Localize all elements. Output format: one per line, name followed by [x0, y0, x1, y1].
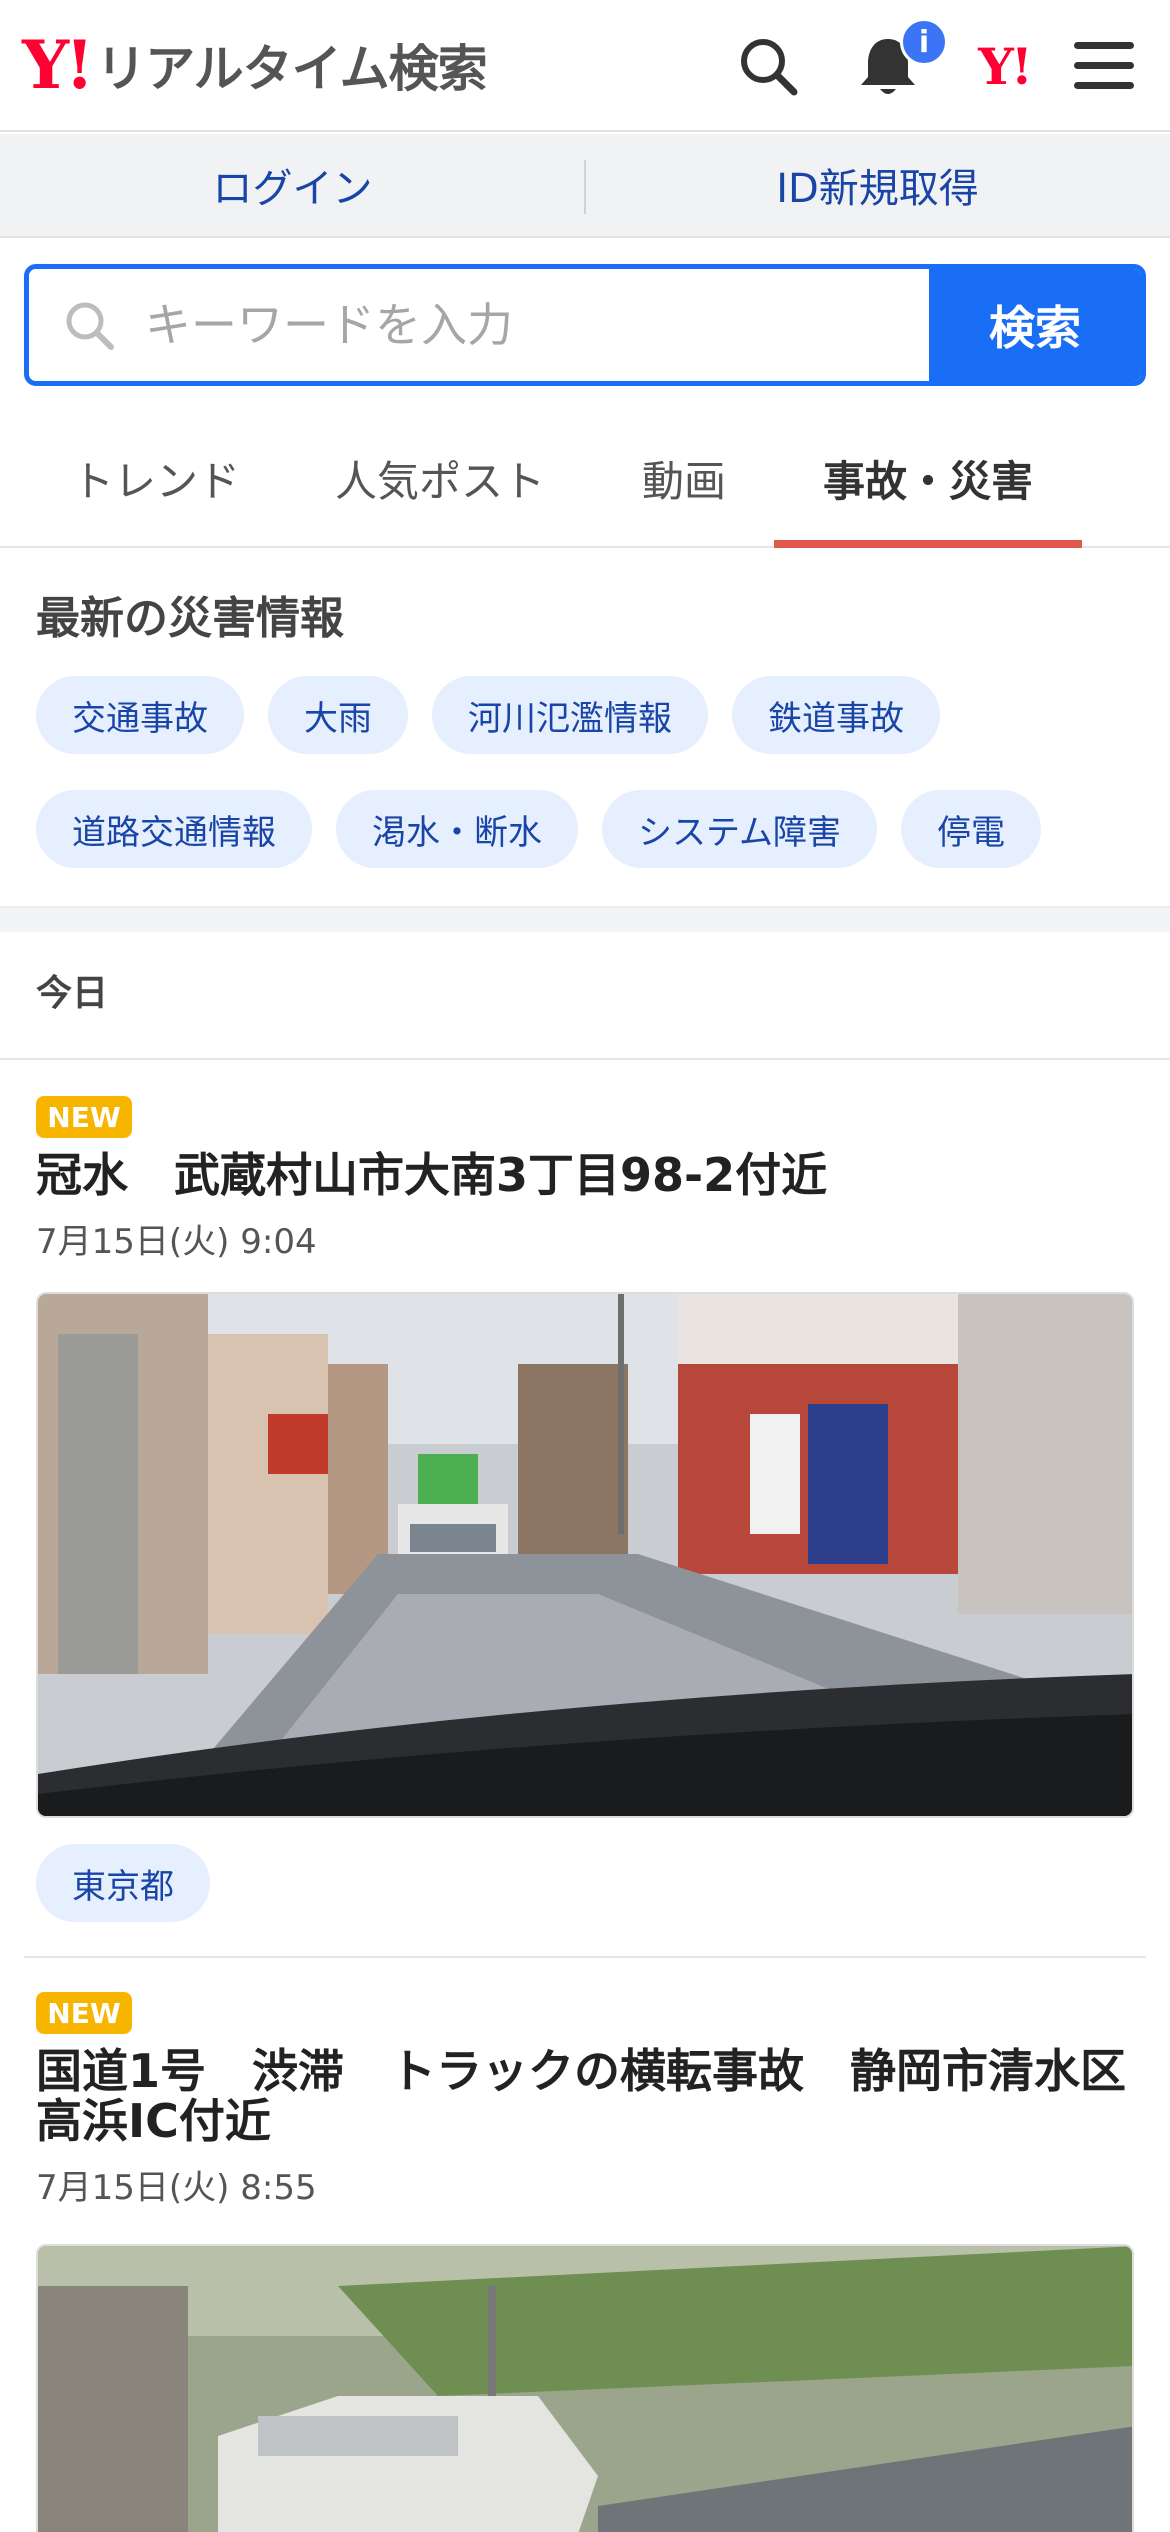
magnifier-icon	[61, 297, 121, 353]
register-link[interactable]: ID新規取得	[585, 134, 1170, 236]
article-time: 7月15日(火) 8:55	[36, 2168, 317, 2208]
chip-heavy-rain[interactable]: 大雨	[268, 676, 408, 754]
search-field[interactable]	[29, 269, 929, 381]
new-badge: NEW	[36, 1096, 132, 1138]
notification-badge: i	[900, 18, 948, 66]
tab-accident-disaster[interactable]: 事故・災害	[774, 410, 1082, 548]
today-heading: 今日	[36, 973, 109, 1014]
article-divider	[24, 1956, 1146, 1958]
yahoo-realtime-logo[interactable]: Y! リアルタイム検索	[22, 26, 488, 104]
search-input[interactable]	[145, 298, 845, 352]
location-chip[interactable]: 東京都	[36, 1844, 210, 1922]
chip-traffic-accident[interactable]: 交通事故	[36, 676, 244, 754]
login-divider	[584, 160, 586, 214]
article-photo-highway[interactable]	[36, 2244, 1134, 2532]
login-bar: ログイン ID新規取得	[0, 134, 1170, 238]
chip-railway-accident[interactable]: 鉄道事故	[732, 676, 940, 754]
hamburger-menu-icon[interactable]	[1068, 30, 1140, 102]
tab-trend[interactable]: トレンド	[36, 410, 276, 546]
app-header: Y! リアルタイム検索 i Y!	[0, 0, 1170, 132]
search-icon[interactable]	[732, 30, 804, 102]
chip-road-traffic[interactable]: 道路交通情報	[36, 790, 312, 868]
tab-popular-posts[interactable]: 人気ポスト	[310, 410, 570, 546]
chip-water-shortage[interactable]: 渇水・断水	[336, 790, 578, 868]
category-tabs: トレンド 人気ポスト 動画 事故・災害	[0, 410, 1170, 548]
article-title[interactable]: 国道1号 渋滞 トラックの横転事故 静岡市清水区 高浜IC付近	[36, 2046, 1170, 2146]
yj-logo-mark: Y!	[978, 36, 1033, 96]
disaster-chips-row-1: 交通事故 大雨 河川氾濫情報 鉄道事故	[36, 676, 1146, 754]
yahoo-japan-icon[interactable]: Y!	[968, 30, 1040, 102]
tab-video[interactable]: 動画	[600, 410, 768, 546]
chip-power-outage[interactable]: 停電	[900, 790, 1041, 868]
logo-title: リアルタイム検索	[96, 40, 487, 98]
article-title[interactable]: 冠水 武蔵村山市大南3丁目98-2付近	[36, 1150, 1146, 1200]
chip-system-failure[interactable]: システム障害	[602, 790, 877, 868]
disaster-chips-row-2: 道路交通情報 渇水・断水 システム障害 停電	[36, 790, 1146, 868]
chip-river-flood[interactable]: 河川氾濫情報	[432, 676, 708, 754]
disaster-section-title: 最新の災害情報	[36, 593, 344, 644]
section-divider	[0, 906, 1170, 932]
search-button[interactable]: 検索	[929, 269, 1141, 381]
login-link[interactable]: ログイン	[0, 134, 585, 236]
article-photo-flooded-street[interactable]	[36, 1292, 1134, 1818]
new-badge: NEW	[36, 1992, 132, 2034]
today-divider	[0, 1058, 1170, 1060]
article-time: 7月15日(火) 9:04	[36, 1222, 317, 1262]
search-bar: 検索	[24, 264, 1146, 386]
yahoo-logo-mark: Y!	[22, 26, 94, 104]
